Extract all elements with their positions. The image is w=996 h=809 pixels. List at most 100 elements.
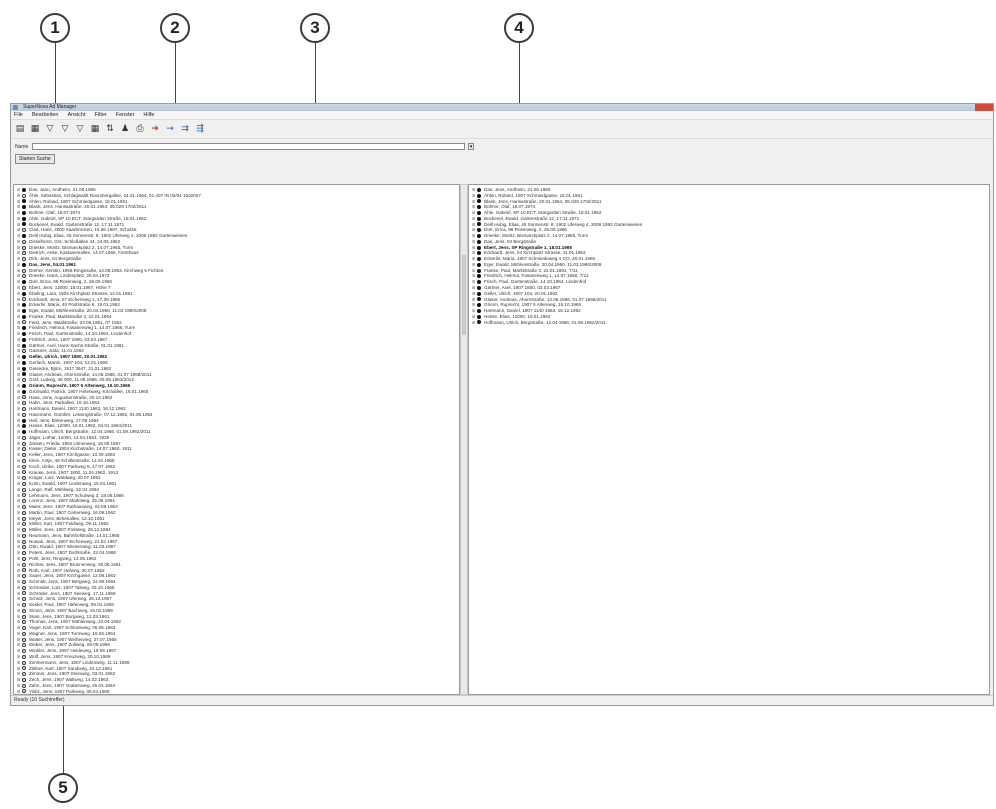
open-circle-icon <box>22 228 26 233</box>
filled-circle-icon <box>477 245 481 250</box>
open-circle-icon <box>22 441 26 446</box>
filled-circle-icon <box>22 280 26 285</box>
open-circle-icon <box>22 504 26 509</box>
filled-circle-icon <box>22 210 26 215</box>
print-icon[interactable]: ⎙ <box>135 123 145 135</box>
callout-3: 3 <box>300 13 330 43</box>
table-icon[interactable]: ▦ <box>90 123 100 135</box>
start-search-button[interactable]: Starten Suche <box>15 154 55 164</box>
open-circle-icon <box>22 597 26 602</box>
filled-circle-icon <box>477 291 481 296</box>
open-circle-icon <box>22 603 26 607</box>
open-circle-icon <box>22 395 26 400</box>
filled-circle-icon <box>22 372 26 377</box>
filled-circle-icon <box>22 430 26 435</box>
open-circle-icon <box>22 660 26 665</box>
open-circle-icon <box>22 378 26 383</box>
open-circle-icon <box>22 285 26 290</box>
open-icon[interactable]: ▤ <box>15 123 25 135</box>
open-circle-icon <box>22 545 26 550</box>
filled-circle-icon <box>477 297 481 302</box>
open-circle-icon <box>22 539 26 544</box>
open-circle-icon <box>22 245 26 250</box>
open-circle-icon <box>22 257 26 262</box>
menu-file[interactable]: File <box>14 111 23 119</box>
open-circle-icon <box>22 193 26 198</box>
split-icon[interactable]: ⇶ <box>195 123 205 135</box>
left-tree-list: ⊞ Das, Janu, Andheim, 21.06.1965 ⊞ Ähle, Se… <box>14 185 459 694</box>
filled-circle-icon <box>22 343 26 348</box>
person-icon[interactable]: ♟ <box>120 123 130 135</box>
open-circle-icon <box>22 574 26 579</box>
open-circle-icon <box>22 458 26 463</box>
filled-circle-icon <box>477 303 481 308</box>
filled-circle-icon <box>22 337 26 342</box>
callout-2: 2 <box>160 13 190 43</box>
open-circle-icon <box>22 239 26 244</box>
open-circle-icon <box>22 672 26 677</box>
filter-icon[interactable]: ▽ <box>45 123 55 135</box>
filled-circle-icon <box>477 274 481 279</box>
open-circle-icon <box>22 412 26 417</box>
menu-bar: File Bearbeiten Ansicht Filter Fenster H… <box>11 111 993 120</box>
open-circle-icon <box>22 637 26 642</box>
menu-filter[interactable]: Filter <box>95 111 107 119</box>
open-circle-icon <box>22 274 26 279</box>
open-circle-icon <box>22 551 26 556</box>
filled-circle-icon <box>477 314 481 319</box>
open-circle-icon <box>22 533 26 538</box>
open-circle-icon <box>22 268 26 273</box>
left-tree-pane[interactable]: ⊞ Das, Janu, Andheim, 21.06.1965 ⊞ Ähle, Se… <box>13 184 460 695</box>
filled-circle-icon <box>22 303 26 308</box>
filled-circle-icon <box>477 222 481 227</box>
open-circle-icon <box>22 297 26 302</box>
filled-circle-icon <box>22 199 26 204</box>
filled-circle-icon <box>22 360 26 365</box>
filled-circle-icon <box>477 262 481 267</box>
filled-circle-icon <box>477 280 481 285</box>
open-circle-icon <box>22 470 26 475</box>
open-circle-icon <box>22 406 26 411</box>
filled-circle-icon <box>477 210 481 215</box>
filter-add-icon[interactable]: ▽ <box>60 123 70 135</box>
app-icon <box>13 105 18 110</box>
open-circle-icon <box>22 556 26 561</box>
filled-circle-icon <box>477 234 481 238</box>
close-button[interactable] <box>975 104 993 111</box>
open-circle-icon <box>22 453 26 458</box>
right-tree-list: ⊞ Das, Jens, Andheim, 21.06.1965 ⊞ Ahlen, R… <box>469 185 989 325</box>
name-label: Name <box>15 143 29 150</box>
filled-circle-icon <box>477 268 481 273</box>
menu-window[interactable]: Fenster <box>116 111 135 119</box>
open-circle-icon <box>22 689 26 694</box>
status-bar: Ready (10 Suchtreffer) <box>11 695 993 705</box>
filled-circle-icon <box>22 216 26 221</box>
name-input[interactable] <box>32 143 465 150</box>
tree-item[interactable]: ⊞ Hoffmann, Ulrich, Bergstraße, 12.04.196… <box>472 320 989 326</box>
open-circle-icon <box>22 528 26 533</box>
open-circle-icon <box>22 481 26 486</box>
left-pane-scrollbar[interactable] <box>460 184 468 695</box>
app-window: SuperNova Ad Manager File Bearbeiten Ans… <box>10 103 994 706</box>
filled-circle-icon <box>477 187 481 192</box>
filter-clear-icon[interactable]: ▽ <box>75 123 85 135</box>
filled-circle-icon <box>22 314 26 319</box>
menu-edit[interactable]: Bearbeiten <box>32 111 59 119</box>
arrow-right-icon[interactable]: ➔ <box>150 123 160 135</box>
right-tree-pane[interactable]: ⊞ Das, Jens, Andheim, 21.06.1965 ⊞ Ahlen, R… <box>468 184 990 695</box>
menu-help[interactable]: Hilfe <box>143 111 154 119</box>
merge-icon[interactable]: ⇉ <box>180 123 190 135</box>
filled-circle-icon <box>22 291 26 296</box>
chevron-down-icon[interactable]: ▾ <box>468 143 474 150</box>
sort-icon[interactable]: ⇅ <box>105 123 115 135</box>
filled-circle-icon <box>477 228 481 233</box>
scrollbar-thumb[interactable] <box>462 255 466 335</box>
arrow-forward-icon[interactable]: → <box>165 123 175 135</box>
open-circle-icon <box>22 620 26 625</box>
save-icon[interactable]: ▦ <box>30 123 40 135</box>
filled-circle-icon <box>477 308 481 313</box>
open-circle-icon <box>22 631 26 636</box>
callout-4: 4 <box>504 13 534 43</box>
open-circle-icon <box>22 643 26 648</box>
menu-view[interactable]: Ansicht <box>67 111 85 119</box>
